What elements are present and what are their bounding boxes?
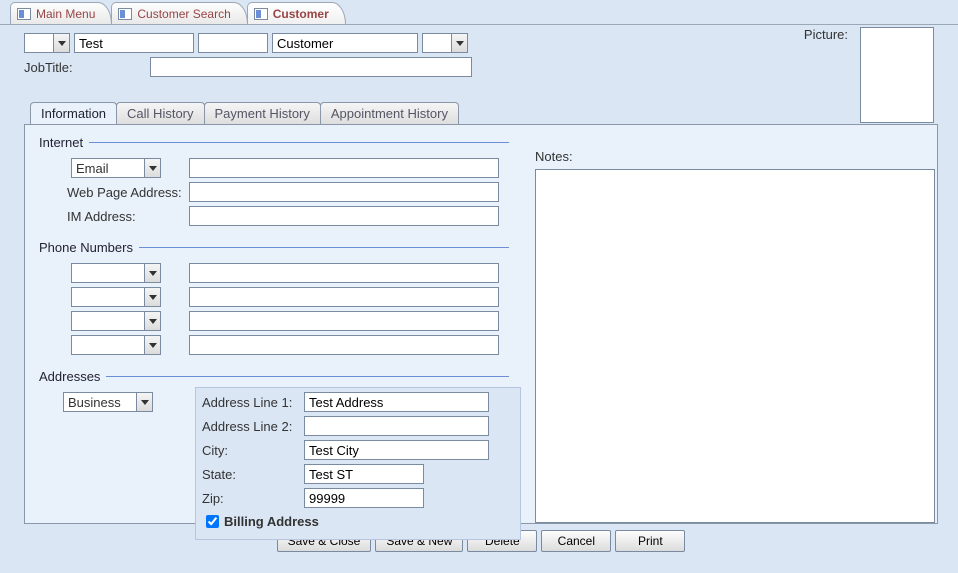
tab-customer[interactable]: Customer	[247, 2, 346, 24]
email-type-value: Email	[72, 161, 144, 176]
email-input[interactable]	[189, 158, 499, 178]
first-name-input[interactable]	[74, 33, 194, 53]
phones-group: Phone Numbers	[39, 240, 509, 359]
address-block: Address Line 1: Address Line 2: City: St…	[195, 387, 521, 540]
information-panel: Internet Email Web Page Address: IM Addr…	[24, 124, 938, 524]
phones-legend: Phone Numbers	[39, 240, 139, 255]
notes-textarea[interactable]	[535, 169, 935, 523]
tab-information[interactable]: Information	[30, 102, 117, 125]
web-label: Web Page Address:	[39, 185, 189, 200]
dropdown-icon[interactable]	[144, 336, 160, 354]
phone-type-combo[interactable]	[71, 263, 161, 283]
document-tabs: Main Menu Customer Search Customer	[0, 0, 958, 24]
dropdown-icon[interactable]	[144, 288, 160, 306]
im-input[interactable]	[189, 206, 499, 226]
addr-l1-input[interactable]	[304, 392, 489, 412]
address-type-value: Business	[64, 395, 136, 410]
billing-checkbox[interactable]	[206, 515, 219, 528]
tab-customer-search[interactable]: Customer Search	[111, 2, 247, 24]
phone-type-combo[interactable]	[71, 335, 161, 355]
notes-label: Notes:	[535, 149, 573, 164]
state-label: State:	[202, 467, 304, 482]
addresses-legend: Addresses	[39, 369, 106, 384]
addr-l2-input[interactable]	[304, 416, 489, 436]
zip-input[interactable]	[304, 488, 424, 508]
internet-legend: Internet	[39, 135, 89, 150]
zip-label: Zip:	[202, 491, 304, 506]
print-button[interactable]: Print	[615, 530, 685, 552]
form-icon	[118, 8, 132, 20]
im-label: IM Address:	[39, 209, 189, 224]
city-input[interactable]	[304, 440, 489, 460]
last-name-input[interactable]	[272, 33, 418, 53]
picture-label: Picture:	[804, 27, 848, 42]
dropdown-icon[interactable]	[144, 264, 160, 282]
form-icon	[17, 8, 31, 20]
dropdown-icon[interactable]	[144, 159, 160, 177]
prefix-combo[interactable]	[24, 33, 70, 53]
tab-label: Customer Search	[137, 7, 230, 21]
dropdown-icon[interactable]	[136, 393, 152, 411]
web-input[interactable]	[189, 182, 499, 202]
tab-label: Customer	[273, 7, 329, 21]
tab-call-history[interactable]: Call History	[116, 102, 204, 124]
phone-input[interactable]	[189, 335, 499, 355]
phone-type-combo[interactable]	[71, 311, 161, 331]
phone-input[interactable]	[189, 311, 499, 331]
addr-l1-label: Address Line 1:	[202, 395, 304, 410]
inner-tabs: Information Call History Payment History…	[24, 101, 938, 124]
tab-main-menu[interactable]: Main Menu	[10, 2, 112, 24]
phone-input[interactable]	[189, 287, 499, 307]
form-icon	[254, 8, 268, 20]
tab-label: Main Menu	[36, 7, 95, 21]
picture-box[interactable]	[860, 27, 934, 123]
billing-label: Billing Address	[224, 514, 326, 529]
dropdown-icon[interactable]	[451, 34, 467, 52]
addr-l2-label: Address Line 2:	[202, 419, 304, 434]
middle-name-input[interactable]	[198, 33, 268, 53]
jobtitle-input[interactable]	[150, 57, 472, 77]
dropdown-icon[interactable]	[53, 34, 69, 52]
suffix-combo[interactable]	[422, 33, 468, 53]
phone-type-combo[interactable]	[71, 287, 161, 307]
dropdown-icon[interactable]	[144, 312, 160, 330]
tab-payment-history[interactable]: Payment History	[204, 102, 321, 124]
address-type-combo[interactable]: Business	[63, 392, 153, 412]
phone-input[interactable]	[189, 263, 499, 283]
email-type-combo[interactable]: Email	[71, 158, 161, 178]
state-input[interactable]	[304, 464, 424, 484]
cancel-button[interactable]: Cancel	[541, 530, 611, 552]
city-label: City:	[202, 443, 304, 458]
jobtitle-label: JobTitle:	[24, 60, 142, 75]
tab-appointment-history[interactable]: Appointment History	[320, 102, 459, 124]
internet-group: Internet Email Web Page Address: IM Addr…	[39, 135, 509, 230]
